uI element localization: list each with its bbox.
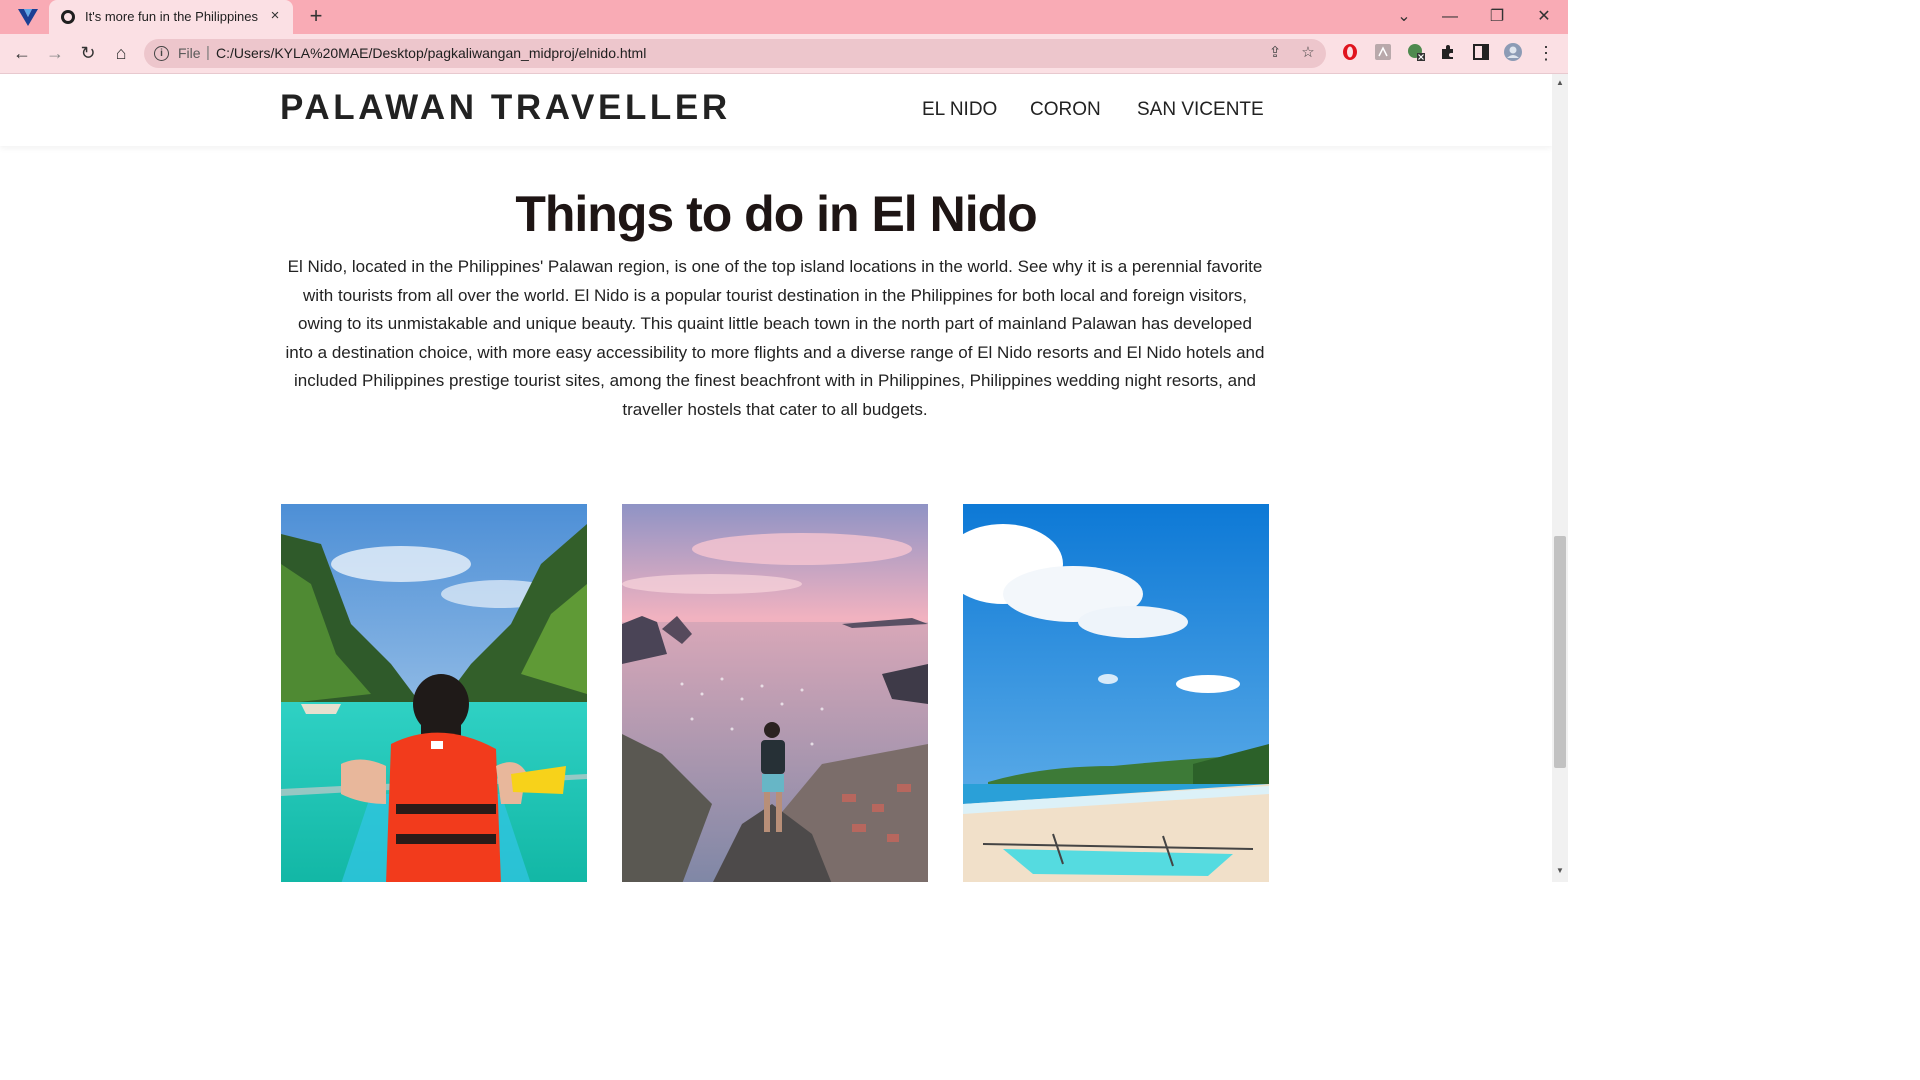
intro-paragraph: El Nido, located in the Philippines' Pal…	[285, 257, 1265, 419]
photo-beach-boat	[963, 504, 1269, 882]
profile-avatar-icon[interactable]	[1503, 42, 1523, 62]
address-bar[interactable]: i File | C:/Users/KYLA%20MAE/Desktop/pag…	[144, 39, 1326, 68]
nav-link-san-vicente[interactable]: SAN VICENTE	[1137, 99, 1264, 121]
scrollbar-thumb[interactable]	[1554, 536, 1566, 768]
page-scrollbar[interactable]: ▲ ▼	[1552, 74, 1568, 882]
browser-menu-icon[interactable]: ⋮	[1535, 42, 1557, 64]
translate-extension-icon[interactable]	[1406, 42, 1426, 62]
minimize-icon[interactable]: —	[1439, 6, 1461, 28]
globe-icon	[61, 10, 75, 24]
opera-extension-icon[interactable]	[1340, 42, 1360, 62]
restore-icon[interactable]: ❐	[1486, 6, 1508, 28]
scroll-up-arrow-icon[interactable]: ▲	[1552, 76, 1568, 90]
bookmark-star-icon[interactable]: ☆	[1299, 44, 1317, 62]
share-icon[interactable]: ⇪	[1266, 44, 1284, 62]
photo-sunset-viewpoint	[622, 504, 928, 882]
nav-link-coron[interactable]: CORON	[1030, 99, 1101, 121]
back-icon[interactable]: ←	[11, 42, 33, 64]
web-page: PALAWAN TRAVELLER EL NIDO CORON SAN VICE…	[0, 74, 1552, 882]
url-text[interactable]: C:/Users/KYLA%20MAE/Desktop/pagkaliwanga…	[216, 45, 646, 61]
photo-kayak-lagoon	[281, 504, 587, 882]
page-title: Things to do in El Nido	[515, 186, 1037, 242]
site-header: PALAWAN TRAVELLER EL NIDO CORON SAN VICE…	[0, 74, 1552, 146]
active-tab[interactable]: It's more fun in the Philippines ×	[49, 0, 293, 34]
tab-search-icon[interactable]: ⌄	[1393, 6, 1415, 28]
url-separator: |	[206, 44, 210, 61]
scroll-down-arrow-icon[interactable]: ▼	[1552, 864, 1568, 878]
reload-icon[interactable]: ↻	[77, 42, 99, 64]
pdf-extension-icon[interactable]	[1373, 42, 1393, 62]
tab-title: It's more fun in the Philippines	[85, 9, 259, 24]
site-brand[interactable]: PALAWAN TRAVELLER	[280, 88, 731, 128]
side-panel-icon[interactable]	[1471, 42, 1491, 62]
new-tab-button[interactable]: +	[305, 5, 327, 27]
nav-link-el-nido[interactable]: EL NIDO	[922, 99, 997, 121]
forward-icon[interactable]: →	[44, 42, 66, 64]
window-close-icon[interactable]: ✕	[1533, 6, 1555, 28]
browser-toolbar: ← → ↻ ⌂ i File | C:/Users/KYLA%20MAE/Des…	[0, 34, 1568, 74]
browser-logo-icon[interactable]	[16, 6, 40, 28]
info-icon[interactable]: i	[154, 46, 169, 61]
url-scheme: File	[178, 45, 201, 61]
extensions-puzzle-icon[interactable]	[1438, 42, 1458, 62]
tab-strip: It's more fun in the Philippines × + ⌄ —…	[0, 0, 1568, 34]
home-icon[interactable]: ⌂	[110, 42, 132, 64]
tab-close-icon[interactable]: ×	[267, 8, 283, 24]
